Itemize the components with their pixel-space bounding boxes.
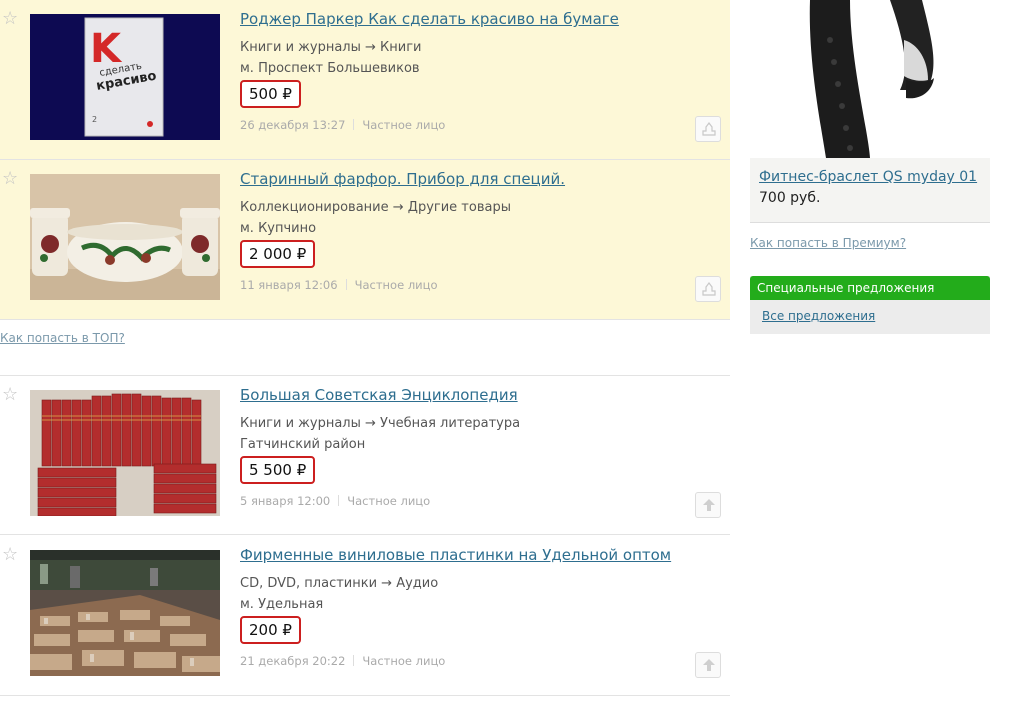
listing-date: 26 декабря 13:27 (240, 118, 346, 132)
special-offers-header: Специальные предложения (750, 276, 990, 300)
svg-text:2: 2 (92, 115, 97, 124)
listing-seller-type: Частное лицо (362, 654, 446, 668)
favorite-star-icon[interactable]: ☆ (2, 10, 20, 28)
listing-meta: 21 декабря 20:22 Частное лицо (240, 654, 445, 668)
listing-thumbnail[interactable] (30, 174, 220, 300)
listing-seller-type: Частное лицо (354, 278, 438, 292)
how-to-get-premium-link[interactable]: Как попасть в Премиум? (750, 236, 906, 250)
listing-category: Коллекционирование → Другие товары (240, 200, 511, 215)
favorite-star-icon[interactable]: ☆ (2, 170, 20, 188)
listing-card: ☆ K сделать красиво 2 Роджер Паркер Как … (0, 0, 730, 160)
sidebar-ad[interactable]: Фитнес-браслет QS myday 01 700 руб. (750, 0, 990, 223)
ad-title-link[interactable]: Фитнес-браслет QS myday 01 (759, 169, 977, 185)
listing-date: 5 января 12:00 (240, 494, 331, 508)
listing-thumbnail[interactable] (30, 390, 220, 516)
favorite-star-icon[interactable]: ☆ (2, 386, 20, 404)
listing-title-link[interactable]: Фирменные виниловые пластинки на Удельно… (240, 546, 671, 564)
ad-product-image[interactable] (750, 0, 990, 158)
special-offers-box: Специальные предложения Все предложения (750, 276, 990, 334)
premium-icon[interactable] (695, 116, 721, 142)
how-to-get-top-link[interactable]: Как попасть в ТОП? (0, 331, 125, 345)
listing-location: м. Проспект Большевиков (240, 61, 420, 76)
listing-seller-type: Частное лицо (362, 118, 446, 132)
listing-thumbnail[interactable] (30, 550, 220, 676)
listing-price: 5 500 ₽ (240, 456, 316, 484)
listing-thumbnail[interactable]: K сделать красиво 2 (30, 14, 220, 140)
all-offers-link[interactable]: Все предложения (762, 309, 875, 323)
listing-price: 500 ₽ (240, 80, 301, 108)
listing-card: ☆ Фирменные виниловые пластинки на Удель… (0, 536, 730, 696)
listing-title-link[interactable]: Роджер Паркер Как сделать красиво на бум… (240, 10, 619, 28)
listing-date: 21 декабря 20:22 (240, 654, 346, 668)
meta-divider (338, 495, 340, 506)
listing-category: Книги и журналы → Книги (240, 40, 422, 55)
meta-divider (353, 655, 355, 666)
arrow-up-icon[interactable] (695, 652, 721, 678)
listing-location: м. Купчино (240, 221, 317, 236)
ad-price: 700 руб. (759, 190, 821, 206)
listing-meta: 26 декабря 13:27 Частное лицо (240, 118, 445, 132)
listing-location: Гатчинский район (240, 437, 366, 452)
listing-price: 200 ₽ (240, 616, 301, 644)
listing-meta: 11 января 12:06 Частное лицо (240, 278, 438, 292)
meta-divider (353, 119, 355, 130)
listing-price: 2 000 ₽ (240, 240, 316, 268)
meta-divider (345, 279, 347, 290)
listing-seller-type: Частное лицо (347, 494, 431, 508)
listing-date: 11 января 12:06 (240, 278, 338, 292)
arrow-up-icon[interactable] (695, 492, 721, 518)
listing-meta: 5 января 12:00 Частное лицо (240, 494, 430, 508)
listing-title-link[interactable]: Старинный фарфор. Прибор для специй. (240, 170, 565, 188)
listing-card: ☆ Большая Советская Энциклопедия Книги и… (0, 375, 730, 535)
listing-category: CD, DVD, пластинки → Аудио (240, 576, 439, 591)
listing-card: ☆ Старинный фарфор. Прибор для специй. К… (0, 160, 730, 320)
favorite-star-icon[interactable]: ☆ (2, 546, 20, 564)
ad-info: Фитнес-браслет QS myday 01 700 руб. (750, 158, 990, 222)
premium-icon[interactable] (695, 276, 721, 302)
listing-category: Книги и журналы → Учебная литература (240, 416, 521, 431)
listing-title-link[interactable]: Большая Советская Энциклопедия (240, 386, 518, 404)
listing-location: м. Удельная (240, 597, 324, 612)
